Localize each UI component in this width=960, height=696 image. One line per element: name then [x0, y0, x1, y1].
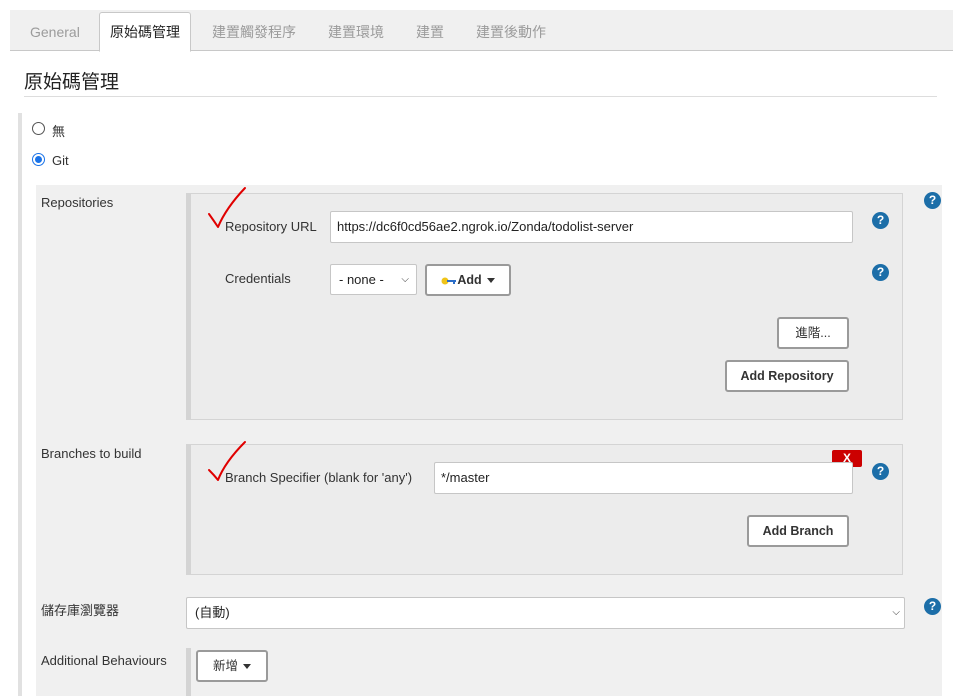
add-behaviour-label: 新增: [212, 659, 238, 673]
question-circle-icon[interactable]: ?: [872, 264, 889, 281]
credentials-select[interactable]: - none - ⌵: [330, 264, 417, 295]
repository-browser-label: 儲存庫瀏覽器: [41, 603, 120, 618]
scm-git-radio[interactable]: [32, 153, 45, 166]
scm-none-label: 無: [52, 124, 66, 139]
section-indent-bar: [18, 113, 22, 696]
additional-behaviours-label: Additional Behaviours: [41, 653, 167, 668]
tab-build-environment[interactable]: 建置環境: [318, 13, 394, 51]
add-repository-button[interactable]: Add Repository: [725, 360, 849, 392]
behaviours-entry: [186, 648, 903, 696]
question-circle-icon[interactable]: ?: [872, 463, 889, 480]
repository-url-label: Repository URL: [225, 219, 317, 234]
add-behaviour-button[interactable]: 新增: [196, 650, 268, 682]
question-circle-icon[interactable]: ?: [924, 192, 941, 209]
question-circle-icon[interactable]: ?: [872, 212, 889, 229]
repository-browser-select[interactable]: (自動) ⌵: [186, 597, 905, 629]
add-credentials-label: Add: [457, 273, 482, 287]
scm-none-radio[interactable]: [32, 122, 45, 135]
tab-build-triggers[interactable]: 建置觸發程序: [202, 13, 306, 51]
key-icon: [441, 277, 457, 285]
chevron-down-icon: ⌵: [401, 274, 409, 285]
advanced-button[interactable]: 進階...: [777, 317, 849, 349]
caret-down-icon: [243, 664, 251, 670]
tab-post-build[interactable]: 建置後動作: [466, 13, 556, 51]
section-title: 原始碼管理: [24, 72, 120, 93]
add-credentials-button[interactable]: Add: [425, 264, 511, 296]
tab-general[interactable]: General: [20, 13, 90, 51]
chevron-down-icon: ⌵: [892, 607, 900, 618]
repository-url-input[interactable]: https://dc6f0cd56ae2.ngrok.io/Zonda/todo…: [330, 211, 853, 243]
repository-browser-value: (自動): [195, 605, 230, 620]
tab-build[interactable]: 建置: [406, 13, 454, 51]
title-divider: [24, 96, 937, 97]
branches-label: Branches to build: [41, 446, 142, 461]
branch-specifier-label: Branch Specifier (blank for 'any'): [225, 470, 413, 485]
tab-scm[interactable]: 原始碼管理: [99, 12, 191, 52]
credentials-label: Credentials: [225, 271, 291, 286]
repositories-label: Repositories: [41, 195, 114, 210]
caret-down-icon: [486, 278, 495, 284]
branch-specifier-input[interactable]: */master: [434, 462, 853, 494]
question-circle-icon[interactable]: ?: [924, 598, 941, 615]
scm-git-label: Git: [52, 153, 69, 168]
credentials-select-value: - none -: [339, 272, 384, 287]
tab-bar: General 原始碼管理 建置觸發程序 建置環境 建置 建置後動作: [10, 10, 953, 52]
add-branch-button[interactable]: Add Branch: [747, 515, 849, 547]
